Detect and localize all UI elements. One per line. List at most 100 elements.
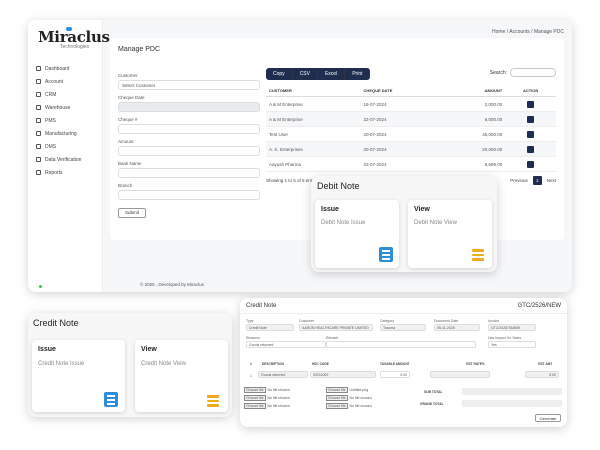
file-chooser-3[interactable]: Choose file No file chosen	[244, 403, 290, 409]
category-select[interactable]: Trauma	[380, 324, 426, 331]
bank-input[interactable]	[118, 168, 260, 178]
issue-subtitle: Credit Note Issue	[38, 361, 85, 367]
credit-note-view-card[interactable]: View Credit Note View	[135, 340, 228, 412]
list-icon	[207, 395, 219, 407]
cell-customer: Aayush Pharma	[266, 156, 361, 172]
file-status: No file chosen	[267, 404, 290, 408]
credit-note-issue-card[interactable]: Issue Credit Note Issue	[32, 340, 125, 412]
reasons-input[interactable]: Goods returned	[246, 341, 326, 348]
file-chooser-2[interactable]: Choose file No file chosen	[244, 395, 290, 401]
col-gst-amt: GST AMT	[538, 362, 553, 366]
amount-input[interactable]	[118, 146, 260, 156]
branch-input[interactable]	[118, 190, 260, 200]
sidebar-item-label: Warehouse	[45, 104, 71, 111]
col-customer[interactable]: CUSTOMER	[266, 85, 361, 97]
page-1-button[interactable]: 1	[532, 176, 542, 185]
print-button[interactable]: Print	[345, 68, 371, 80]
debit-note-issue-card[interactable]: Issue Debit Note Issue	[315, 200, 399, 268]
choose-file-button[interactable]: Choose file	[244, 403, 266, 409]
sidebar-item-reports[interactable]: Reports	[28, 166, 102, 179]
sidebar-item-label: CRM	[45, 91, 57, 98]
cheque-no-input[interactable]	[118, 124, 260, 134]
file-status: No file chosen	[349, 396, 372, 400]
row-gst-rate[interactable]	[430, 371, 490, 378]
sidebar-item-account[interactable]: Account	[28, 75, 102, 88]
row-hsc[interactable]: 90211000	[310, 371, 376, 378]
search-label: Search:	[489, 69, 507, 76]
file-status: No file chosen	[267, 396, 290, 400]
pdc-table: CUSTOMER CHEQUE DATE AMOUNT ACTION A & M…	[266, 85, 556, 172]
category-label: Category	[380, 319, 395, 323]
sidebar-item-manufacturing[interactable]: Manufacturing	[28, 127, 102, 140]
col-hsc: HSC CODE	[312, 362, 329, 366]
view-icon[interactable]	[527, 115, 535, 123]
csv-button[interactable]: CSV	[292, 68, 318, 80]
sidebar-item-label: Dashboard	[45, 65, 70, 72]
submit-button[interactable]: Submit	[118, 208, 146, 218]
sidebar-item-dashboard[interactable]: Dashboard	[28, 62, 102, 75]
debit-note-view-card[interactable]: View Debit Note View	[408, 200, 492, 268]
view-icon[interactable]	[527, 145, 535, 153]
cell-date: 18-07-2024	[360, 96, 444, 112]
search-input[interactable]	[510, 68, 556, 77]
choose-file-button[interactable]: Choose file	[326, 403, 348, 409]
choose-file-button[interactable]: Choose file	[244, 387, 266, 393]
row-taxable[interactable]: 0.00	[380, 371, 410, 378]
credit-note-form-window: Credit Note GTC/2526/NEW Type Credit Not…	[240, 298, 567, 427]
cell-date: 20-07-2024	[360, 126, 444, 142]
view-icon[interactable]	[527, 130, 535, 138]
sidebar-item-label: Account	[45, 78, 64, 85]
dashboard-icon	[36, 66, 41, 71]
sidebar-item-label: DMS	[45, 143, 57, 150]
issue-subtitle: Debit Note Issue	[321, 220, 366, 226]
list-icon	[472, 249, 484, 261]
col-cheque-date[interactable]: CHEQUE DATE	[360, 85, 444, 97]
copy-button[interactable]: Copy	[266, 68, 293, 80]
table-row: A & M Enterprise 18-07-2024 2,000.00	[266, 96, 556, 112]
next-page-button[interactable]: Next	[547, 178, 556, 183]
table-search: Search:	[490, 68, 556, 77]
row-description[interactable]: Goods returned	[258, 371, 308, 378]
choose-file-button[interactable]: Choose file	[244, 395, 266, 401]
customer-select[interactable]: Select Customer	[118, 80, 260, 90]
generate-button[interactable]: Generate	[535, 414, 561, 422]
view-icon[interactable]	[527, 100, 535, 108]
report-icon	[36, 170, 41, 175]
choose-file-button[interactable]: Choose file	[326, 387, 348, 393]
file-chooser-5[interactable]: Choose file No file chosen	[326, 395, 372, 401]
sidebar-item-data-verification[interactable]: Data Verification	[28, 153, 102, 166]
sidebar-item-crm[interactable]: CRM	[28, 88, 102, 101]
customer-label: Customer	[118, 73, 138, 78]
sidebar-item-pms[interactable]: PMS	[28, 114, 102, 127]
file-status: No file chosen	[349, 404, 372, 408]
file-chooser-1[interactable]: Choose file No file chosen	[244, 387, 290, 393]
col-amount[interactable]: AMOUNT	[443, 85, 506, 97]
sidebar-item-label: Reports	[45, 169, 63, 176]
sub-total-label: SUB TOTAL	[424, 390, 443, 394]
check-icon	[36, 157, 41, 162]
view-icon[interactable]	[527, 160, 535, 168]
row-gst-amt[interactable]: 0.00	[525, 371, 559, 378]
cheque-date-input[interactable]	[118, 102, 260, 112]
cheque-date-label: Cheque Date	[118, 95, 145, 100]
customer-select[interactable]: AARON HEALTHCARE PRIVATE LIMITED	[299, 324, 373, 331]
invoice-select[interactable]: GTC/2425/TA4659	[488, 324, 536, 331]
choose-file-button[interactable]: Choose file	[326, 395, 348, 401]
sidebar-item-dms[interactable]: DMS	[28, 140, 102, 153]
grand-total-label: GRAND TOTAL	[420, 402, 444, 406]
docdate-input[interactable]: 05-11-2025	[434, 324, 480, 331]
sidebar-item-warehouse[interactable]: Warehouse	[28, 101, 102, 114]
type-select[interactable]: Credit Note	[246, 324, 294, 331]
prev-page-button[interactable]: Previous	[510, 178, 528, 183]
excel-button[interactable]: Excel	[317, 68, 346, 80]
breadcrumb[interactable]: Home / Accounts / Manage PDC	[492, 29, 564, 35]
table-row: Aayush Pharma 22-07-2024 8,699.00	[266, 156, 556, 172]
impact-select[interactable]: Yes	[488, 341, 536, 348]
folder-icon	[36, 144, 41, 149]
remark-input[interactable]	[326, 341, 476, 348]
col-taxable: TAXABLE AMOUNT	[380, 362, 410, 366]
logo[interactable]: Miraclus Technologies	[28, 20, 110, 52]
file-chooser-4[interactable]: Choose file Untitled.png	[326, 387, 368, 393]
file-chooser-6[interactable]: Choose file No file chosen	[326, 403, 372, 409]
user-icon	[36, 79, 41, 84]
